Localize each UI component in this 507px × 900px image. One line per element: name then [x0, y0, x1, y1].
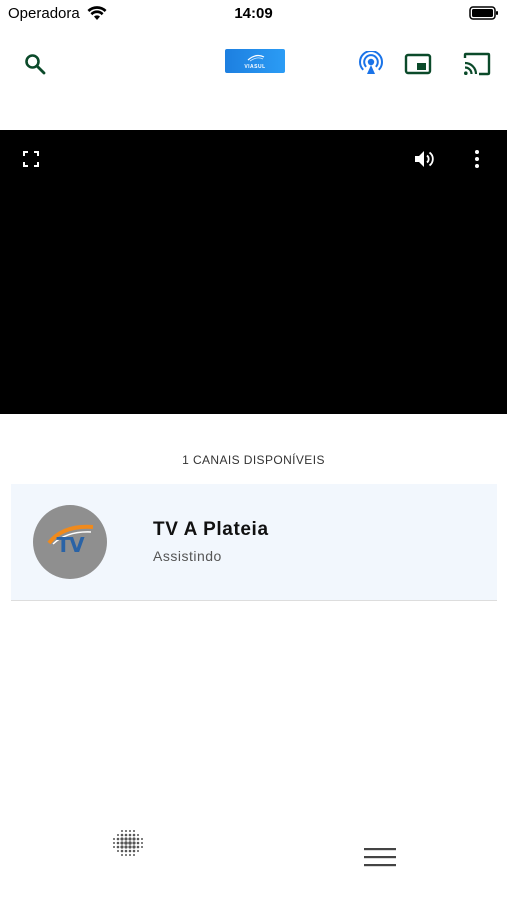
fullscreen-button[interactable] — [17, 145, 45, 173]
more-vertical-icon — [475, 150, 479, 168]
brand-logo-text: VIASUL — [244, 64, 266, 70]
status-bar: Operadora 14:09 — [0, 0, 507, 28]
dotted-grid-button[interactable] — [108, 823, 148, 863]
battery-icon — [469, 6, 498, 20]
brand-logo-mark — [247, 54, 265, 62]
cast-button[interactable] — [459, 46, 495, 82]
search-button[interactable] — [17, 46, 53, 82]
search-icon — [25, 54, 46, 75]
bottom-navigation — [0, 815, 507, 885]
dotted-grid-icon — [113, 830, 143, 856]
more-options-button[interactable] — [463, 145, 491, 173]
picture-in-picture-button[interactable] — [400, 46, 436, 82]
cast-icon — [463, 52, 491, 76]
channel-title: TV A Plateia — [153, 519, 269, 540]
picture-in-picture-icon — [404, 53, 432, 75]
channel-list-item[interactable]: TV TV A Plateia Assistindo — [11, 484, 497, 601]
channel-status: Assistindo — [153, 548, 222, 564]
hamburger-menu-icon — [364, 848, 396, 867]
podcast-icon — [359, 51, 383, 74]
live-radio-button[interactable] — [353, 46, 389, 82]
channel-logo: TV — [33, 505, 107, 579]
fullscreen-icon — [23, 151, 39, 167]
video-player[interactable] — [0, 130, 507, 414]
status-time: 14:09 — [234, 5, 273, 22]
menu-button[interactable] — [360, 840, 400, 874]
volume-icon — [415, 151, 434, 167]
channel-logo-text: TV — [56, 533, 84, 557]
volume-button[interactable] — [410, 145, 438, 173]
top-toolbar: VIASUL — [0, 38, 507, 90]
channels-count-heading: 1 CANAIS DISPONÍVEIS — [182, 453, 325, 467]
brand-logo: VIASUL — [225, 49, 285, 73]
